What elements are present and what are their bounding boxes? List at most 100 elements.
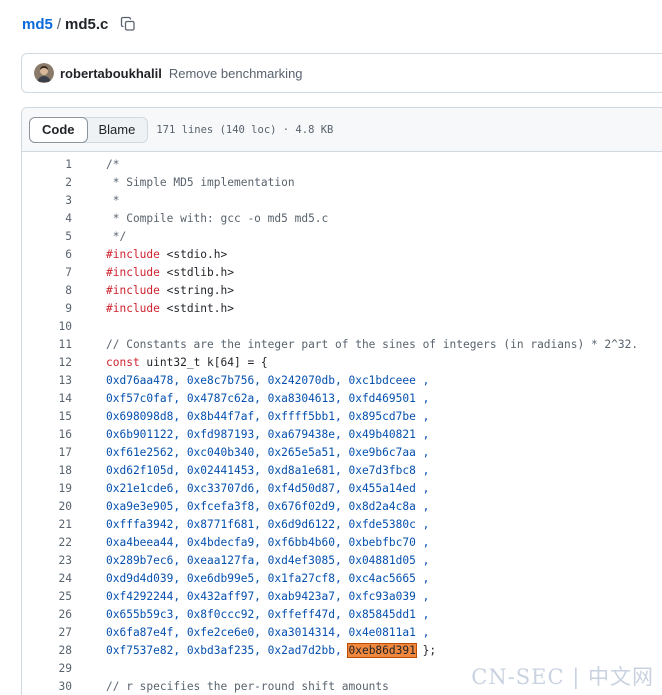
breadcrumb-file-name: md5.c [65, 15, 109, 33]
line-content: 0x6fa87e4f, 0xfe2ce6e0, 0xa3014314, 0x4e… [106, 626, 429, 639]
code-line: 27 0x6fa87e4f, 0xfe2ce6e0, 0xa3014314, 0x… [22, 623, 662, 641]
code-token: <stdio.h> [159, 247, 228, 261]
copy-icon[interactable] [120, 16, 136, 32]
code-line: 11 // Constants are the integer part of t… [22, 335, 662, 353]
line-content: * Simple MD5 implementation [106, 176, 295, 189]
code-line: 5 */ [22, 227, 662, 245]
line-number[interactable]: 8 [22, 284, 72, 297]
code-token: // r specifies the per-round shift amoun… [106, 679, 389, 693]
code-line: 9 #include <stdint.h> [22, 299, 662, 317]
code-line: 15 0x698098d8, 0x8b44f7af, 0xffff5bb1, 0x… [22, 407, 662, 425]
code-line: 12 const uint32_t k[64] = { [22, 353, 662, 371]
file-stats: 171 lines (140 loc) · 4.8 KB [156, 123, 334, 136]
line-content: 0xf4292244, 0x432aff97, 0xab9423a7, 0xfc… [106, 590, 429, 603]
line-number[interactable]: 26 [22, 608, 72, 621]
line-number[interactable]: 5 [22, 230, 72, 243]
code-token: uint32_t k[64] = { [139, 355, 268, 369]
code-line: 24 0xd9d4d039, 0xe6db99e5, 0x1fa27cf8, 0x… [22, 569, 662, 587]
code-line: 7 #include <stdlib.h> [22, 263, 662, 281]
highlighted-token: 0xeb86d391 [347, 642, 417, 658]
breadcrumb-repo-link[interactable]: md5 [22, 16, 53, 33]
line-content: // Constants are the integer part of the… [106, 338, 638, 351]
code-line: 19 0x21e1cde6, 0xc33707d6, 0xf4d50d87, 0x… [22, 479, 662, 497]
code-line: 8 #include <string.h> [22, 281, 662, 299]
code-line: 17 0xf61e2562, 0xc040b340, 0x265e5a51, 0x… [22, 443, 662, 461]
code-token: #include [106, 265, 160, 279]
code-token: 0xa4beea44, 0x4bdecfa9, 0xf6bb4b60, 0xbe… [106, 535, 430, 549]
line-content: 0x698098d8, 0x8b44f7af, 0xffff5bb1, 0x89… [106, 410, 429, 423]
code-token: <string.h> [159, 283, 234, 297]
code-line: 20 0xa9e3e905, 0xfcefa3f8, 0x676f02d9, 0x… [22, 497, 662, 515]
code-token: 0xd9d4d039, 0xe6db99e5, 0x1fa27cf8, 0xc4… [106, 571, 430, 585]
line-number[interactable]: 22 [22, 536, 72, 549]
commit-author-link[interactable]: robertaboukhalil [60, 66, 162, 81]
code-token: // Constants are the integer part of the… [106, 337, 639, 351]
tab-code[interactable]: Code [29, 116, 88, 143]
file-header: Code Blame 171 lines (140 loc) · 4.8 KB [22, 108, 662, 152]
code-token: #include [106, 301, 160, 315]
code-line: 14 0xf57c0faf, 0x4787c62a, 0xa8304613, 0x… [22, 389, 662, 407]
code-token: <stdlib.h> [159, 265, 234, 279]
line-content: // r specifies the per-round shift amoun… [106, 680, 389, 693]
code-line: 22 0xa4beea44, 0x4bdecfa9, 0xf6bb4b60, 0x… [22, 533, 662, 551]
line-number[interactable]: 29 [22, 662, 72, 675]
line-number[interactable]: 19 [22, 482, 72, 495]
line-number[interactable]: 21 [22, 518, 72, 531]
code-line: 13 0xd76aa478, 0xe8c7b756, 0x242070db, 0x… [22, 371, 662, 389]
line-content: 0x289b7ec6, 0xeaa127fa, 0xd4ef3085, 0x04… [106, 554, 429, 567]
avatar[interactable] [34, 63, 54, 83]
line-content: 0x6b901122, 0xfd987193, 0xa679438e, 0x49… [106, 428, 429, 441]
code-token: 0x698098d8, 0x8b44f7af, 0xffff5bb1, 0x89… [106, 409, 430, 423]
code-token: * Simple MD5 implementation [106, 175, 295, 189]
line-number[interactable]: 24 [22, 572, 72, 585]
line-number[interactable]: 28 [22, 644, 72, 657]
line-number[interactable]: 27 [22, 626, 72, 639]
line-content: /* [106, 158, 119, 171]
code-token: #include [106, 247, 160, 261]
code-token: 0x655b59c3, 0x8f0ccc92, 0xffeff47d, 0x85… [106, 607, 430, 621]
line-number[interactable]: 25 [22, 590, 72, 603]
code-line: 10 [22, 317, 662, 335]
line-content: 0x21e1cde6, 0xc33707d6, 0xf4d50d87, 0x45… [106, 482, 429, 495]
line-number[interactable]: 7 [22, 266, 72, 279]
commit-message-link[interactable]: Remove benchmarking [169, 66, 303, 81]
line-number[interactable]: 17 [22, 446, 72, 459]
line-number[interactable]: 11 [22, 338, 72, 351]
line-number[interactable]: 6 [22, 248, 72, 261]
code-line: 25 0xf4292244, 0x432aff97, 0xab9423a7, 0x… [22, 587, 662, 605]
line-number[interactable]: 4 [22, 212, 72, 225]
line-number[interactable]: 30 [22, 680, 72, 693]
code-token: <stdint.h> [159, 301, 234, 315]
code-token: const [106, 355, 140, 369]
line-number[interactable]: 18 [22, 464, 72, 477]
code-line: 2 * Simple MD5 implementation [22, 173, 662, 191]
code-token: 0x289b7ec6, 0xeaa127fa, 0xd4ef3085, 0x04… [106, 553, 430, 567]
line-content: 0xfffa3942, 0x8771f681, 0x6d9d6122, 0xfd… [106, 518, 429, 531]
line-number[interactable]: 2 [22, 176, 72, 189]
code-line: 21 0xfffa3942, 0x8771f681, 0x6d9d6122, 0x… [22, 515, 662, 533]
code-token: /* [106, 157, 120, 171]
line-number[interactable]: 13 [22, 374, 72, 387]
line-content: 0xd76aa478, 0xe8c7b756, 0x242070db, 0xc1… [106, 374, 429, 387]
breadcrumb-separator: / [56, 15, 62, 33]
line-number[interactable]: 16 [22, 428, 72, 441]
tab-blame[interactable]: Blame [87, 118, 148, 142]
line-number[interactable]: 9 [22, 302, 72, 315]
code-line: 23 0x289b7ec6, 0xeaa127fa, 0xd4ef3085, 0x… [22, 551, 662, 569]
line-number[interactable]: 15 [22, 410, 72, 423]
line-number[interactable]: 1 [22, 158, 72, 171]
line-number[interactable]: 20 [22, 500, 72, 513]
line-content: * Compile with: gcc -o md5 md5.c [106, 212, 329, 225]
code-token: #include [106, 283, 160, 297]
line-number[interactable]: 10 [22, 320, 72, 333]
code-token: 0xf61e2562, 0xc040b340, 0x265e5a51, 0xe9… [106, 445, 430, 459]
line-number[interactable]: 14 [22, 392, 72, 405]
line-number[interactable]: 12 [22, 356, 72, 369]
code-line: 1 /* [22, 155, 662, 173]
line-content: 0xf61e2562, 0xc040b340, 0x265e5a51, 0xe9… [106, 446, 429, 459]
line-content: 0xa4beea44, 0x4bdecfa9, 0xf6bb4b60, 0xbe… [106, 536, 429, 549]
code-line: 18 0xd62f105d, 0x02441453, 0xd8a1e681, 0x… [22, 461, 662, 479]
code-token: 0x6fa87e4f, 0xfe2ce6e0, 0xa3014314, 0x4e… [106, 625, 430, 639]
line-number[interactable]: 23 [22, 554, 72, 567]
line-number[interactable]: 3 [22, 194, 72, 207]
